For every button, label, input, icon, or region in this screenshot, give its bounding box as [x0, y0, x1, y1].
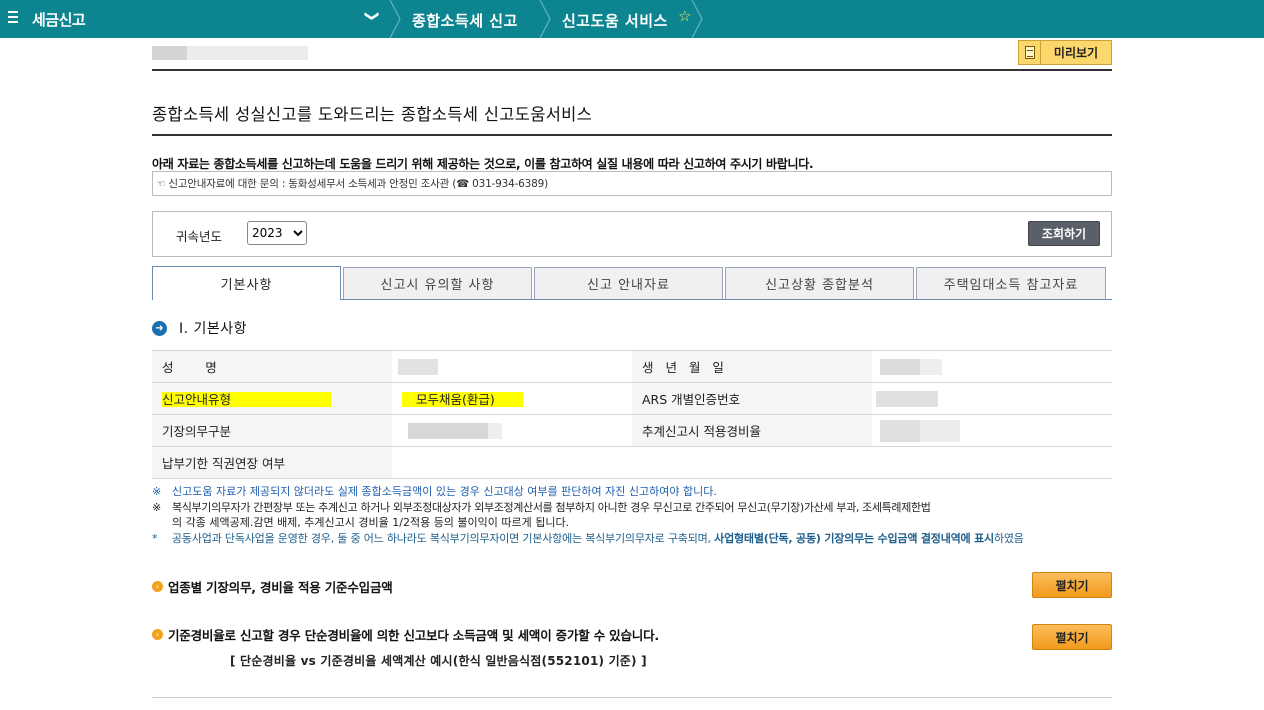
value-name	[392, 350, 632, 383]
divider	[152, 69, 1112, 71]
year-label: 귀속년도	[176, 229, 223, 244]
example-caption: [ 단순경비율 vs 기준경비율 세액계산 예시(한식 일반음식점(552101…	[230, 654, 647, 668]
value-filing-type: 모두채움(환급)	[392, 382, 632, 415]
top-navigation-bar: 세금신고 ❯ 종합소득세 신고 신고도움 서비스 ☆	[0, 0, 1264, 38]
basic-info-table: 성 명 생 년 월 일 신고안내유형 모두채움(환급) ARS 개별인증번호 기…	[152, 350, 1112, 479]
table-row: 성 명 생 년 월 일	[152, 350, 1112, 383]
section-heading: ➜ Ⅰ. 기본사항	[152, 318, 247, 338]
page-title: 종합소득세 성실신고를 도와드리는 종합소득세 신고도움서비스	[152, 105, 593, 124]
label-deadline-extension: 납부기한 직권연장 여부	[152, 446, 392, 479]
note-item: ※ 복식부기의무자가 간편장부 또는 추계신고 하거나 외부조정대상자가 외부조정…	[152, 500, 931, 514]
label-bookkeeping-type: 기장의무구분	[152, 414, 392, 447]
divider	[152, 134, 1112, 136]
tab-filing-cautions[interactable]: 신고시 유의할 사항	[343, 267, 532, 300]
note-item-continued: 의 각종 세액공제.감면 배제, 추계신고시 경비율 1/2적용 등의 불이익이…	[172, 516, 570, 529]
tab-housing-rental-data[interactable]: 주택임대소득 참고자료	[916, 267, 1106, 300]
chevron-right-icon: ›	[152, 581, 163, 592]
document-icon	[1019, 41, 1041, 64]
breadcrumb-separator-icon	[388, 0, 402, 38]
tab-filing-guide-data[interactable]: 신고 안내자료	[534, 267, 723, 300]
menu-icon[interactable]	[8, 11, 20, 25]
chevron-down-icon[interactable]: ❯	[364, 10, 380, 22]
section-title: Ⅰ. 기본사항	[179, 321, 248, 337]
label-filing-type: 신고안내유형	[152, 382, 392, 415]
table-row: 기장의무구분 추계신고시 적용경비율	[152, 414, 1112, 447]
label-birthdate: 생 년 월 일	[632, 350, 872, 383]
notice-text: 아래 자료는 종합소득세를 신고하는데 도움을 드리기 위해 제공하는 것으로,…	[152, 157, 814, 171]
value-expense-rate	[872, 414, 1112, 447]
tab-baseline	[341, 299, 1112, 300]
value-birthdate	[872, 350, 1112, 383]
divider	[152, 697, 1112, 698]
breadcrumb-filing-help[interactable]: 신고도움 서비스	[562, 10, 668, 31]
note-item: ※ 신고도움 자료가 제공되지 않더라도 실제 종합소득금액이 있는 경우 신고대…	[152, 485, 717, 498]
sub-heading-expense-rate-comparison: › 기준경비율로 신고할 경우 단순경비율에 의한 신고보다 소득금액 및 세액…	[152, 625, 659, 644]
year-search-panel: 귀속년도 2023 조회하기	[152, 211, 1112, 257]
table-row: 신고안내유형 모두채움(환급) ARS 개별인증번호	[152, 382, 1112, 415]
arrow-right-icon: ➜	[152, 320, 167, 336]
notes-block: ※ 신고도움 자료가 제공되지 않더라도 실제 종합소득금액이 있는 경우 신고대…	[152, 484, 1114, 546]
sub-heading-bookkeeping-threshold: › 업종별 기장의무, 경비율 적용 기준수입금액	[152, 577, 393, 596]
value-deadline-extension	[392, 446, 1112, 479]
redacted-user-name	[152, 46, 308, 60]
home-menu-label[interactable]: 세금신고	[32, 9, 86, 30]
label-name: 성 명	[152, 350, 392, 383]
preview-button-label: 미리보기	[1053, 46, 1099, 60]
value-bookkeeping-type	[392, 414, 632, 447]
inquiry-box: ☜ 신고안내자료에 대한 문의 : 동화성세무서 소득세과 안정민 조사관 (☎…	[152, 171, 1112, 196]
chevron-right-icon: ›	[152, 629, 163, 640]
label-expense-rate: 추계신고시 적용경비율	[632, 414, 872, 447]
note-item: * 공동사업과 단독사업을 운영한 경우, 둘 중 어느 하나라도 복식부기의무자…	[152, 531, 1024, 545]
tab-basic-info[interactable]: 기본사항	[152, 266, 341, 300]
tab-filing-analysis[interactable]: 신고상황 종합분석	[725, 267, 914, 300]
expand-button-threshold[interactable]: 펼치기	[1032, 572, 1112, 598]
table-row: 납부기한 직권연장 여부	[152, 446, 1112, 479]
breadcrumb-separator-icon	[690, 0, 704, 38]
expand-button-comparison[interactable]: 펼치기	[1032, 624, 1112, 650]
breadcrumb-income-tax[interactable]: 종합소득세 신고	[412, 10, 518, 31]
query-button[interactable]: 조회하기	[1028, 221, 1100, 246]
breadcrumb-separator-icon	[538, 0, 552, 38]
year-select[interactable]: 2023	[247, 221, 307, 245]
tab-bar: 기본사항 신고시 유의할 사항 신고 안내자료 신고상황 종합분석 주택임대소득…	[152, 266, 1112, 300]
label-ars-auth-number: ARS 개별인증번호	[632, 382, 872, 415]
preview-button[interactable]: 미리보기	[1018, 40, 1112, 65]
value-ars-auth-number	[872, 382, 1112, 415]
